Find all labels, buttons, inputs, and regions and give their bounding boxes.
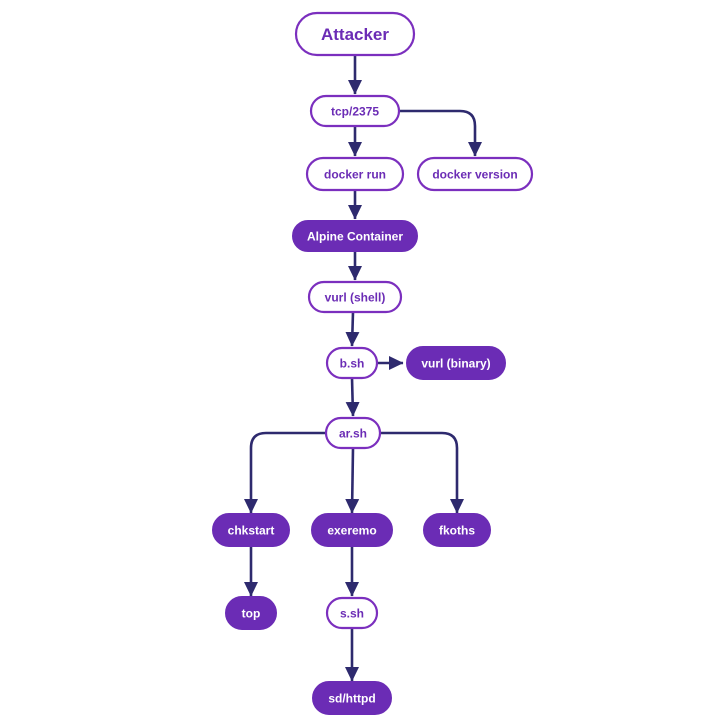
node-label-ssh: s.sh xyxy=(340,607,364,621)
node-bsh[interactable]: b.sh xyxy=(325,346,379,380)
node-alpine[interactable]: Alpine Container xyxy=(292,220,418,252)
node-label-fkoths: fkoths xyxy=(439,524,475,538)
node-tcp2375[interactable]: tcp/2375 xyxy=(309,94,401,128)
node-label-top: top xyxy=(242,607,261,621)
node-label-vurl_shell: vurl (shell) xyxy=(325,291,386,305)
node-label-arsh: ar.sh xyxy=(339,427,367,441)
node-ssh[interactable]: s.sh xyxy=(325,596,379,630)
node-vurl_binary[interactable]: vurl (binary) xyxy=(406,346,506,380)
node-label-exeremo: exeremo xyxy=(327,524,376,538)
flowchart-svg: Attacker tcp/2375 docker run docker version… xyxy=(212,11,534,715)
node-label-bsh: b.sh xyxy=(340,357,365,371)
edge-bsh-to-arsh xyxy=(345,377,360,417)
flowchart-canvas: Attacker tcp/2375 docker run docker version… xyxy=(0,0,728,720)
node-fkoths[interactable]: fkoths xyxy=(423,513,491,547)
node-docker_run[interactable]: docker run xyxy=(305,156,405,192)
edge-arsh-to-fkoths xyxy=(380,431,465,514)
node-exeremo[interactable]: exeremo xyxy=(311,513,393,547)
node-sd_httpd[interactable]: sd/httpd xyxy=(312,681,392,715)
node-label-vurl_binary: vurl (binary) xyxy=(421,357,490,371)
node-label-attacker: Attacker xyxy=(321,25,389,44)
nodes-layer: Attacker tcp/2375 docker run docker version… xyxy=(212,11,534,715)
node-vurl_shell[interactable]: vurl (shell) xyxy=(307,280,403,314)
edge-vurl_shell-to-bsh xyxy=(345,311,360,347)
node-arsh[interactable]: ar.sh xyxy=(324,416,382,450)
node-label-docker_run: docker run xyxy=(324,168,386,182)
node-label-docker_version: docker version xyxy=(432,168,517,182)
node-label-sd_httpd: sd/httpd xyxy=(328,692,375,706)
edge-arsh-to-chkstart xyxy=(243,431,326,514)
node-top[interactable]: top xyxy=(225,596,277,630)
node-label-chkstart: chkstart xyxy=(228,524,275,538)
node-docker_version[interactable]: docker version xyxy=(416,156,534,192)
edge-tcp2375-to-docker_version xyxy=(399,109,483,157)
node-label-alpine: Alpine Container xyxy=(307,230,403,244)
node-label-tcp2375: tcp/2375 xyxy=(331,105,379,119)
node-attacker[interactable]: Attacker xyxy=(294,11,416,57)
edge-arsh-to-exeremo xyxy=(345,447,360,514)
node-chkstart[interactable]: chkstart xyxy=(212,513,290,547)
